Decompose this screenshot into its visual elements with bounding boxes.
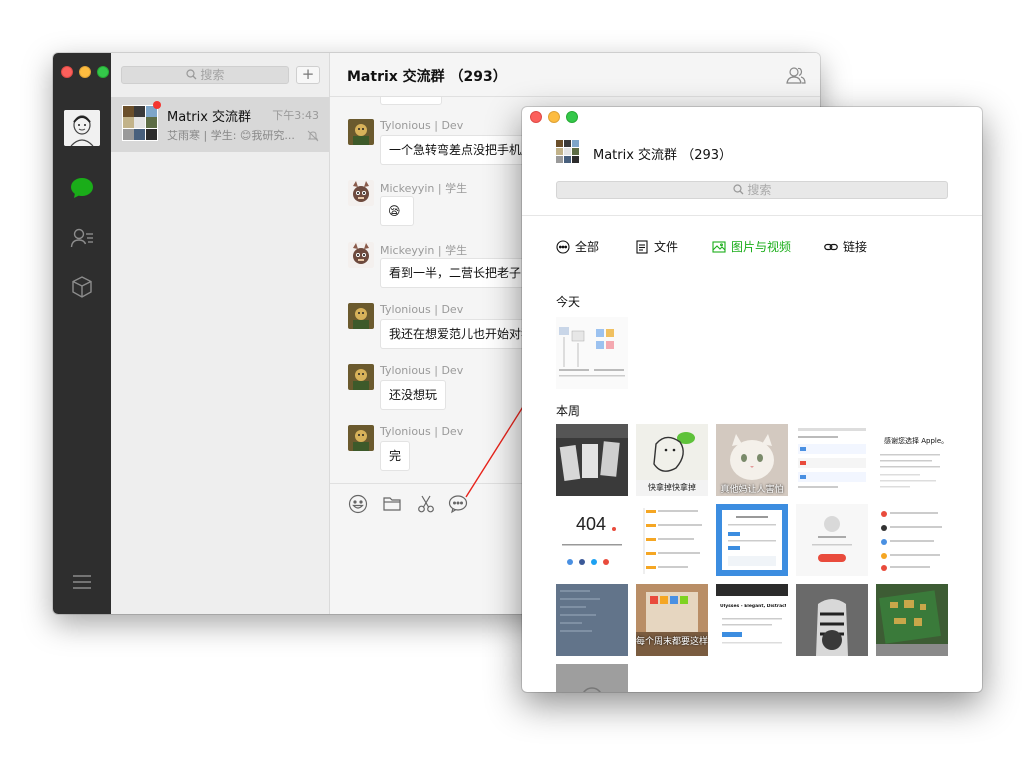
media-thumbnail[interactable] [796, 504, 868, 576]
media-thumbnail[interactable] [716, 504, 788, 576]
section-this-week-label: 本周 [556, 404, 581, 418]
media-thumbnail[interactable] [796, 424, 868, 496]
divider [522, 215, 982, 216]
tab-links[interactable]: 链接 [824, 238, 867, 256]
search-placeholder: 搜索 [747, 183, 772, 197]
group-avatar [556, 140, 580, 164]
thumbnail-caption: 快拿掉快拿掉 [648, 483, 696, 492]
media-thumbnail[interactable] [796, 584, 868, 656]
minimize-window-button[interactable] [548, 111, 560, 123]
tab-label: 图片与视频 [731, 240, 792, 254]
search-icon [732, 184, 744, 195]
file-icon [636, 240, 648, 254]
tab-files[interactable]: 文件 [635, 238, 678, 256]
media-thumbnail[interactable]: 快拿掉快拿掉 [636, 424, 708, 496]
close-window-button[interactable] [530, 111, 542, 123]
thumbnail-caption: 感谢您选择 Apple。 [884, 437, 948, 445]
link-icon [824, 243, 838, 251]
thumbnail-caption: 真他妈让人害怕 [720, 485, 784, 495]
media-thumbnail[interactable] [556, 584, 628, 656]
zoom-window-button[interactable] [566, 111, 578, 123]
media-thumbnail[interactable] [876, 584, 948, 656]
media-thumbnail[interactable]: 每个周末都要这样 [636, 584, 708, 656]
media-thumbnail[interactable]: 404 [556, 504, 628, 576]
media-thumbnail[interactable]: 感谢您选择 Apple。 [876, 424, 948, 496]
thumbnail-caption: Ulysses - Elegant, Distraction Free Wr [720, 604, 786, 609]
tab-all[interactable]: 全部 [556, 238, 599, 256]
chat-icon [556, 240, 570, 254]
media-thumbnail[interactable] [556, 664, 628, 692]
media-thumbnail[interactable] [636, 504, 708, 576]
media-thumbnail[interactable] [556, 317, 628, 389]
media-browser-window: Matrix 交流群 （293） 搜索 全部 文件 图片与视频 链接 今天 本周… [522, 107, 982, 692]
tab-label: 链接 [843, 240, 868, 254]
media-thumbnail[interactable] [556, 424, 628, 496]
media-thumbnail[interactable] [876, 504, 948, 576]
thumbnail-caption: 每个周末都要这样 [636, 637, 708, 647]
search-input[interactable]: 搜索 [556, 181, 948, 199]
window-title: Matrix 交流群 （293） [593, 148, 733, 163]
tab-images-videos[interactable]: 图片与视频 [712, 238, 791, 256]
media-thumbnail[interactable]: Ulysses - Elegant, Distraction Free Wr [716, 584, 788, 656]
image-icon [712, 241, 726, 253]
section-today-label: 今天 [556, 295, 581, 309]
media-thumbnail[interactable]: 真他妈让人害怕 [716, 424, 788, 496]
tab-label: 文件 [654, 240, 679, 254]
tab-label: 全部 [575, 240, 600, 254]
